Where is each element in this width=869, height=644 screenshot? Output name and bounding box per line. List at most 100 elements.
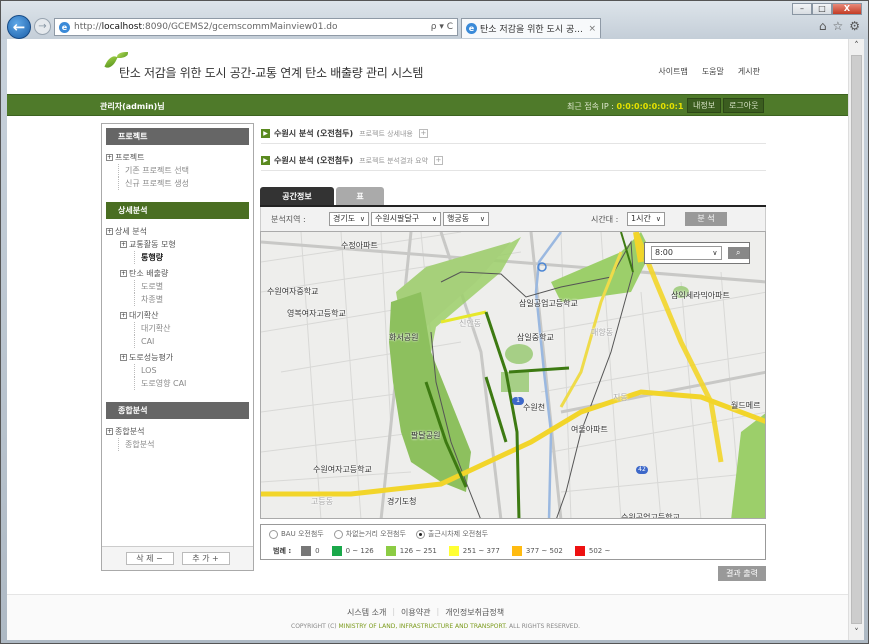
tree-item-overall[interactable]: 종합분석 [118,438,249,451]
tree-node-detail[interactable]: + 상세 분석 [106,225,249,238]
help-link[interactable]: 도움말 [702,66,724,77]
radio-label: 출근시차제 오전첨두 [427,530,489,538]
footer-link-terms[interactable]: 이용약관 [401,607,430,618]
tree-node-project[interactable]: + 프로젝트 [106,151,249,164]
tree-node-label: 교통활동 모형 [129,240,176,249]
my-info-button[interactable]: 내정보 [687,98,722,113]
expand-icon[interactable]: + [106,154,113,161]
site-title[interactable]: 탄소 저감을 위한 도시 공간-교통 연계 탄소 배출량 관리 시스템 [119,64,423,81]
copyright-prefix: COPYRIGHT (C) [291,623,337,630]
search-icon[interactable]: ⌕ [727,247,749,259]
logout-button[interactable]: 로그아웃 [723,98,765,113]
map-label: 삼일공업고등학교 [519,299,578,308]
browser-toolbar: ⌂ ☆ ⚙ [819,19,860,33]
radio-staggered-hours[interactable]: 출근시차제 오전첨두 [415,529,489,539]
detail-tree: + 상세 분석 + 교통활동 모형 통행량 + 탄소 배출량 도로별 차종별 + 대기확… [102,219,253,398]
tree-item-los[interactable]: LOS [134,364,249,377]
legend-panel: BAU 오전첨두 차없는거리 오전첨두 출근시차제 오전첨두 범례 : 0 0 … [260,524,766,560]
map-label: 삼일중학교 [517,333,554,342]
analyze-button[interactable]: 분 석 [685,212,727,226]
url-text[interactable]: http://localhost:8090/GCEMS2/gcemscommMa… [74,22,431,32]
last-ip-label: 최근 접속 IP : 0:0:0:0:0:0:0:1 [567,101,683,112]
page-viewport: 탄소 저감을 위한 도시 공간-교통 연계 탄소 배출량 관리 시스템 사이트맵… [7,39,848,640]
tree-node-dispersion[interactable]: + 대기확산 [120,309,249,322]
expand-icon[interactable]: + [120,270,127,277]
vertical-scrollbar[interactable]: ˄ ˅ [848,39,864,640]
tree-node-road-perf[interactable]: + 도로성능평가 [120,351,249,364]
select-value: 수원시팔달구 [375,214,420,223]
radio-dot[interactable] [415,529,425,539]
legend-swatch [574,546,585,556]
forward-button[interactable]: → [34,18,51,35]
tree-item-new-project[interactable]: 신규 프로젝트 생성 [118,177,249,190]
radio-label: 차없는거리 오전첨두 [345,530,406,538]
tree-item-by-road[interactable]: 도로별 [134,280,249,293]
radio-car-free[interactable]: 차없는거리 오전첨두 [333,529,406,539]
select-value: 8:00 [655,248,673,257]
dong-select[interactable]: 행궁동 ∨ [443,212,489,226]
star-icon[interactable]: ☆ [832,19,843,33]
footer-link-privacy[interactable]: 개인정보취급정책 [445,607,504,618]
radio-dot[interactable] [269,529,278,539]
copyright-org: MINISTRY OF LAND, INFRASTRUCTURE AND TRA… [338,623,508,630]
time-unit-select[interactable]: 1시간 ∨ [627,212,665,226]
legend-swatch [301,546,312,556]
gear-icon[interactable]: ⚙ [849,19,860,33]
map-view[interactable]: 1 42 수정아파트 수원여자중학교 영복여자고등학교 화서공원 신안동 삼일공… [260,231,766,519]
close-window-button[interactable]: X [832,3,862,15]
board-link[interactable]: 게시판 [738,66,760,77]
view-tabs: 공간정보 표 [260,187,384,206]
user-label: 관리자(admin)님 [100,102,165,111]
chevron-down-icon: ∨ [712,249,718,257]
legend-swatch [448,546,459,556]
tree-node-traffic[interactable]: + 교통활동 모형 [120,238,249,251]
sitemap-link[interactable]: 사이트맵 [658,66,687,77]
expand-toggle[interactable]: + [418,129,428,138]
map-label: 경기도청 [387,497,417,506]
print-results-button[interactable]: 결과 출력 [718,566,766,581]
tree-item-dispersion[interactable]: 대기확산 [134,322,249,335]
search-refresh-icons[interactable]: ρ ▾ C [431,22,457,32]
map-label: 수원여자중학교 [267,287,319,296]
scroll-thumb[interactable] [851,55,862,624]
footer-link-about[interactable]: 시스템 소개 [347,607,386,618]
expand-icon[interactable]: + [120,312,127,319]
legend-label: 502 ~ [588,547,611,555]
add-button[interactable]: 추 가 + [181,552,230,565]
time-select[interactable]: 8:00 ∨ [651,246,722,260]
scroll-down-icon[interactable]: ˅ [849,626,864,640]
radio-dot[interactable] [333,529,343,539]
tree-item-cai[interactable]: CAI [134,335,249,348]
radio-bau[interactable]: BAU 오전첨두 [269,529,324,539]
divider: | [436,607,440,616]
map-label: 수원천 [523,403,546,412]
tree-item-road-cai[interactable]: 도로영향 CAI [134,377,249,390]
back-button[interactable]: ← [7,15,31,39]
expand-toggle[interactable]: + [433,156,443,165]
tab-table[interactable]: 표 [336,187,384,206]
district-select[interactable]: 수원시팔달구 ∨ [371,212,441,226]
tree-node-emission[interactable]: + 탄소 배출량 [120,267,249,280]
home-icon[interactable]: ⌂ [819,19,827,33]
tree-item-select-project[interactable]: 기존 프로젝트 선택 [118,164,249,177]
ie-page-icon: e [59,21,70,33]
tab-spatial-info[interactable]: 공간정보 [260,187,334,206]
expand-icon[interactable]: + [120,241,127,248]
expand-icon[interactable]: + [106,228,113,235]
legend-label: 126 ~ 251 [399,547,437,555]
tree-item-by-vehicle[interactable]: 차종별 [134,293,249,306]
browser-tab[interactable]: e 탄소 저감을 위한 도시 공... × [461,18,601,38]
tree-node-overall[interactable]: + 종합분석 [106,425,249,438]
tree-item-traffic-volume[interactable]: 통행량 [134,251,249,264]
maximize-button[interactable]: □ [812,3,832,15]
address-bar[interactable]: e http://localhost:8090/GCEMS2/gcemscomm… [54,18,458,36]
url-host: localhost [101,22,142,32]
tab-close-icon[interactable]: × [588,24,596,34]
minimize-button[interactable]: – [792,3,812,15]
scroll-up-icon[interactable]: ˄ [849,39,864,53]
delete-button[interactable]: 삭 제 − [125,552,174,565]
province-select[interactable]: 경기도 ∨ [329,212,369,226]
legend-label: 377 ~ 502 [525,547,563,555]
expand-icon[interactable]: + [106,428,113,435]
expand-icon[interactable]: + [120,354,127,361]
